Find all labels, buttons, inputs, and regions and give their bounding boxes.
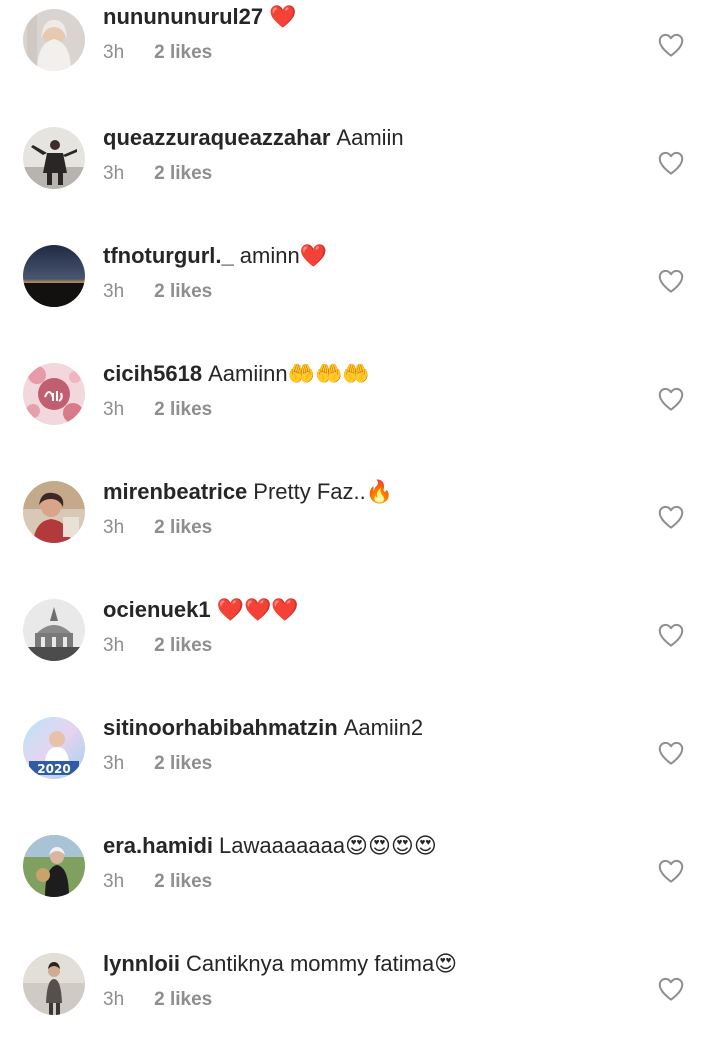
- comment-row: queazzuraqueazzahar Aamiin 3h 2 likes: [0, 118, 725, 236]
- comment-text: Pretty Faz..🔥: [253, 479, 394, 504]
- comment-timestamp: 3h: [103, 871, 125, 892]
- comment-row: ocienuek1 ❤️❤️❤️ 3h 2 likes: [0, 590, 725, 708]
- heart-outline-icon[interactable]: [654, 30, 688, 60]
- comment-likes-count[interactable]: 2 likes: [154, 871, 212, 892]
- heart-outline-icon[interactable]: [654, 620, 688, 650]
- comment-list: nunununurul27 ❤️ 3h 2 likes queazzuraque…: [0, 0, 725, 1024]
- comment-text: Aamiin: [336, 125, 404, 150]
- comment-username[interactable]: sitinoorhabibahmatzin: [103, 715, 338, 740]
- comment-likes-count[interactable]: 2 likes: [154, 517, 212, 538]
- comment-likes-count[interactable]: 2 likes: [154, 635, 212, 656]
- avatar-badge-text: 2020: [37, 762, 70, 776]
- avatar[interactable]: [23, 953, 85, 1015]
- heart-outline-icon[interactable]: [654, 502, 688, 532]
- comment-likes-count[interactable]: 2 likes: [154, 42, 212, 63]
- heart-outline-icon[interactable]: [654, 738, 688, 768]
- comment-username[interactable]: lynnloii: [103, 951, 180, 976]
- heart-outline-icon[interactable]: [654, 856, 688, 886]
- avatar[interactable]: [23, 245, 85, 307]
- avatar[interactable]: [23, 127, 85, 189]
- comment-text: ❤️: [269, 4, 297, 29]
- heart-outline-icon[interactable]: [654, 148, 688, 178]
- comment-text: Aamiinn🤲🤲🤲: [208, 361, 370, 386]
- comment-username[interactable]: mirenbeatrice: [103, 479, 247, 504]
- comment-timestamp: 3h: [103, 281, 125, 302]
- comment-timestamp: 3h: [103, 163, 125, 184]
- comment-row: lynnloii Cantiknya mommy fatima😍 3h 2 like…: [0, 944, 725, 1062]
- comment-username[interactable]: cicih5618: [103, 361, 202, 386]
- comment-username[interactable]: queazzuraqueazzahar: [103, 125, 330, 150]
- comment-text: Aamiin2: [343, 715, 424, 740]
- comment-text: Lawaaaaaaa😍😍😍😍: [219, 833, 437, 858]
- comment-row: era.hamidi Lawaaaaaaa😍😍😍😍 3h 2 likes: [0, 826, 725, 944]
- comment-timestamp: 3h: [103, 753, 125, 774]
- comment-timestamp: 3h: [103, 989, 125, 1010]
- comment-username[interactable]: era.hamidi: [103, 833, 213, 858]
- avatar[interactable]: [23, 9, 85, 71]
- comment-text: aminn❤️: [239, 243, 328, 268]
- comment-username[interactable]: tfnoturgurl._: [103, 243, 234, 268]
- comment-row: cicih5618 Aamiinn🤲🤲🤲 3h 2 likes: [0, 354, 725, 472]
- heart-outline-icon[interactable]: [654, 266, 688, 296]
- avatar[interactable]: [23, 835, 85, 897]
- comment-text: ❤️❤️❤️: [216, 597, 299, 622]
- comment-username[interactable]: nunununurul27: [103, 4, 263, 29]
- comment-username[interactable]: ocienuek1: [103, 597, 211, 622]
- heart-outline-icon[interactable]: [654, 974, 688, 1004]
- comment-timestamp: 3h: [103, 635, 125, 656]
- comment-row: mirenbeatrice Pretty Faz..🔥 3h 2 likes: [0, 472, 725, 590]
- comment-row: tfnoturgurl._ aminn❤️ 3h 2 likes: [0, 236, 725, 354]
- comment-likes-count[interactable]: 2 likes: [154, 989, 212, 1010]
- comment-likes-count[interactable]: 2 likes: [154, 163, 212, 184]
- avatar[interactable]: [23, 481, 85, 543]
- comment-text: Cantiknya mommy fatima😍: [186, 951, 458, 976]
- comment-row: 2020 sitinoorhabibahmatzin Aamiin2 3h 2 li…: [0, 708, 725, 826]
- comment-likes-count[interactable]: 2 likes: [154, 281, 212, 302]
- avatar[interactable]: 2020: [23, 717, 85, 779]
- comment-likes-count[interactable]: 2 likes: [154, 399, 212, 420]
- heart-outline-icon[interactable]: [654, 384, 688, 414]
- comment-row: nunununurul27 ❤️ 3h 2 likes: [0, 0, 725, 118]
- avatar[interactable]: [23, 363, 85, 425]
- comment-timestamp: 3h: [103, 42, 125, 63]
- avatar[interactable]: [23, 599, 85, 661]
- comment-timestamp: 3h: [103, 517, 125, 538]
- comment-likes-count[interactable]: 2 likes: [154, 753, 212, 774]
- comment-timestamp: 3h: [103, 399, 125, 420]
